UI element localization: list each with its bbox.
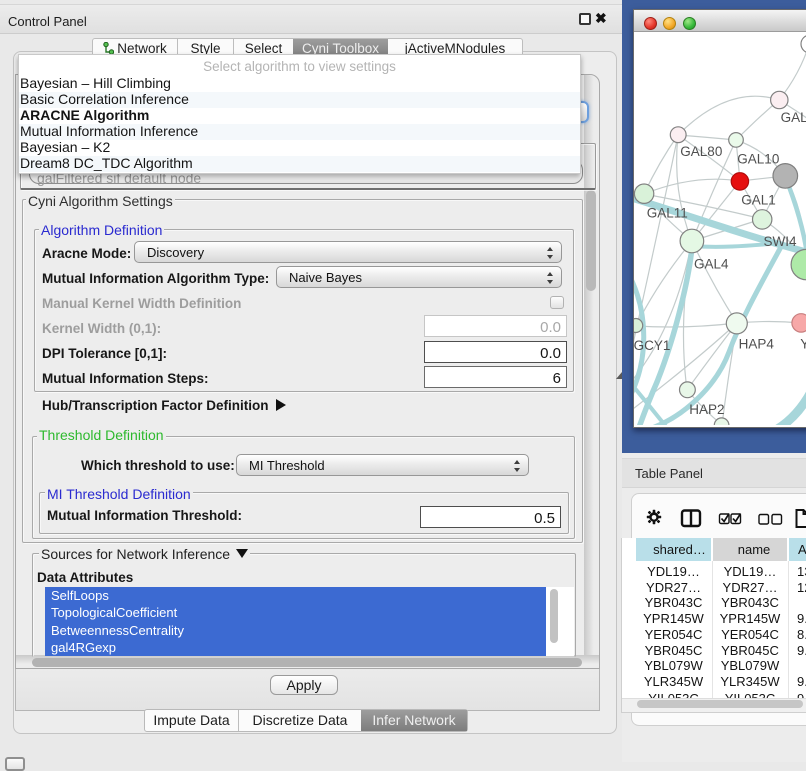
svg-text:SWI4: SWI4 bbox=[764, 234, 797, 249]
svg-text:GAL7: GAL7 bbox=[781, 110, 806, 125]
svg-text:GAL10: GAL10 bbox=[737, 152, 779, 167]
svg-text:GAL80: GAL80 bbox=[680, 144, 722, 159]
svg-text:GCY1: GCY1 bbox=[634, 338, 670, 353]
svg-text:HAP4: HAP4 bbox=[739, 337, 775, 352]
svg-text:GAL4: GAL4 bbox=[694, 257, 729, 272]
svg-text:GAL11: GAL11 bbox=[647, 206, 688, 221]
svg-text:HAP2: HAP2 bbox=[689, 402, 724, 417]
svg-text:GAL1: GAL1 bbox=[741, 193, 776, 208]
svg-text:YP: YP bbox=[800, 337, 806, 352]
